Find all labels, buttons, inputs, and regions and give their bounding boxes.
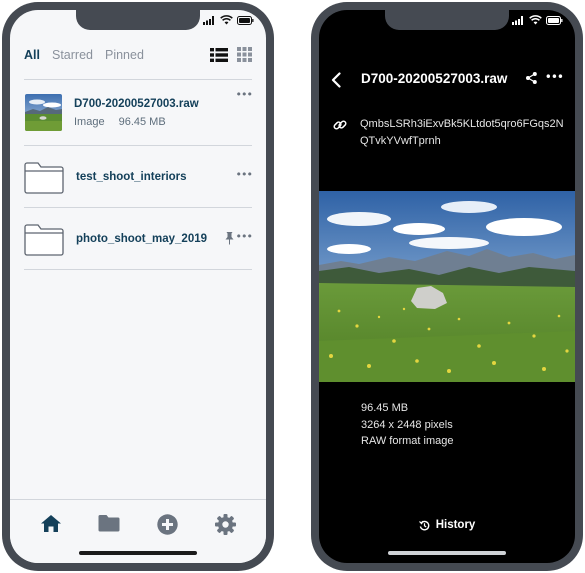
phone-frame-browser: All Starred Pinned D700-20200527003.raw … <box>2 2 274 571</box>
detail-header: D700-20200527003.raw ••• <box>319 70 575 90</box>
file-info: photo_shoot_may_2019 <box>76 233 207 245</box>
wifi-icon <box>529 15 542 25</box>
wifi-icon <box>220 15 233 25</box>
back-arrow-icon[interactable] <box>331 72 341 88</box>
view-toggles <box>210 47 252 62</box>
phone-notch <box>76 10 200 30</box>
file-list: D700-20200527003.raw Image 96.45 MB ••• … <box>24 79 253 270</box>
content-hash-row: QmbsLSRh3iExvBk5KLtdot5qro6FGqs2NQTvkYVw… <box>333 116 567 150</box>
more-options-icon[interactable]: ••• <box>236 89 253 100</box>
file-size: 96.45 MB <box>118 115 166 128</box>
more-options-icon[interactable]: ••• <box>236 231 253 242</box>
tab-starred[interactable]: Starred <box>52 48 93 62</box>
list-item[interactable]: test_shoot_interiors ••• <box>24 146 253 208</box>
file-info: test_shoot_interiors <box>76 171 187 183</box>
file-type: Image <box>74 115 105 128</box>
photo-size: 96.45 MB <box>361 402 409 414</box>
battery-icon <box>546 15 563 25</box>
folder-nav-icon <box>98 515 120 532</box>
folder-name: test_shoot_interiors <box>76 170 187 183</box>
history-label: History <box>435 519 476 531</box>
file-meta: Image 96.45 MB <box>74 116 199 128</box>
tab-pinned[interactable]: Pinned <box>105 48 144 62</box>
image-thumbnail <box>25 94 62 131</box>
phone-notch <box>385 10 509 30</box>
link-icon <box>333 120 347 130</box>
file-info: D700-20200527003.raw Image 96.45 MB <box>74 98 199 128</box>
phone-frame-detail: D700-20200527003.raw ••• QmbsLSRh3iExvBk… <box>311 2 583 571</box>
file-name: D700-20200527003.raw <box>74 97 199 110</box>
add-circle-icon <box>156 514 178 535</box>
filter-tabs: All Starred Pinned <box>24 48 144 62</box>
gear-icon <box>214 514 236 535</box>
more-options-icon[interactable]: ••• <box>545 71 564 83</box>
history-button[interactable]: History <box>319 519 575 531</box>
nav-add-button[interactable] <box>154 514 180 536</box>
history-icon <box>418 520 430 530</box>
status-bar <box>203 15 254 25</box>
nav-files-button[interactable] <box>96 514 122 536</box>
list-view-icon[interactable] <box>210 47 228 62</box>
folder-icon <box>24 223 64 256</box>
bottom-navigation <box>10 499 266 563</box>
photo-format: RAW format image <box>361 435 454 447</box>
pin-icon <box>225 231 234 244</box>
share-icon[interactable] <box>526 72 537 84</box>
folder-icon <box>24 161 64 194</box>
nav-settings-button[interactable] <box>212 514 238 536</box>
photo-metadata: 96.45 MB 3264 x 2448 pixels RAW format i… <box>361 400 454 450</box>
detail-title: D700-20200527003.raw <box>361 71 508 86</box>
folder-name: photo_shoot_may_2019 <box>76 232 208 245</box>
more-options-icon[interactable]: ••• <box>236 169 253 180</box>
home-icon <box>41 515 61 532</box>
list-item[interactable]: D700-20200527003.raw Image 96.45 MB ••• <box>24 80 253 146</box>
tab-all[interactable]: All <box>24 48 40 62</box>
content-hash[interactable]: QmbsLSRh3iExvBk5KLtdot5qro6FGqs2NQTvkYVw… <box>360 116 567 150</box>
photo-preview[interactable] <box>319 191 575 382</box>
list-item[interactable]: photo_shoot_may_2019 ••• <box>24 208 253 270</box>
home-indicator <box>79 551 197 555</box>
status-bar <box>512 15 563 25</box>
file-browser-screen: All Starred Pinned D700-20200527003.raw … <box>10 10 266 563</box>
home-indicator <box>388 551 506 555</box>
battery-icon <box>237 15 254 25</box>
grid-view-icon[interactable] <box>237 47 252 62</box>
signal-icon <box>512 15 523 25</box>
nav-home-button[interactable] <box>38 514 64 536</box>
signal-icon <box>203 15 214 25</box>
file-detail-screen: D700-20200527003.raw ••• QmbsLSRh3iExvBk… <box>319 10 575 563</box>
photo-dimensions: 3264 x 2448 pixels <box>361 418 453 431</box>
